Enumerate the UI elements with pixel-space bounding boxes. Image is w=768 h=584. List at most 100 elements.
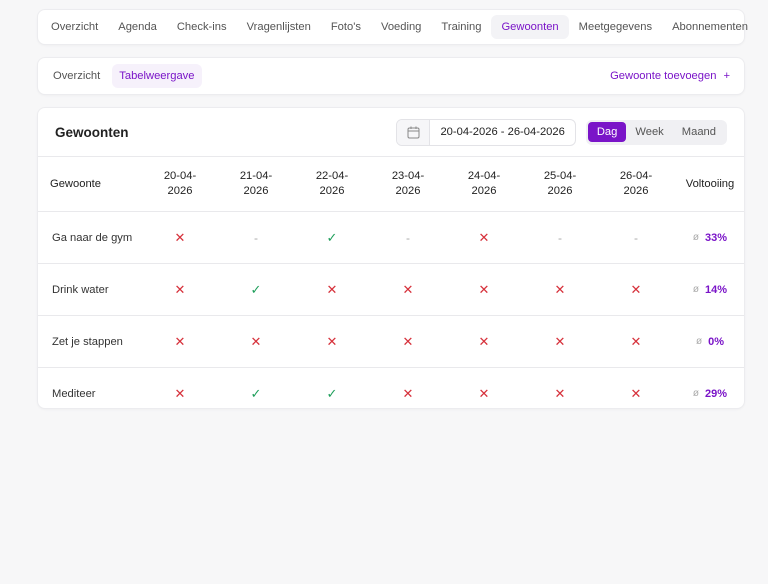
habit-name: Ga naar de gym — [38, 211, 142, 264]
completion-value: ø 33% — [693, 232, 727, 244]
habit-day-cell[interactable]: - — [370, 211, 446, 264]
habit-day-cell[interactable]: ✓ — [218, 263, 294, 316]
habit-day-cell[interactable]: ✕ — [522, 368, 598, 409]
table-row: Drink water ✕ ✓ ✕ ✕ ✕ ✕ ✕ ø 14% — [38, 263, 744, 316]
average-icon: ø — [692, 232, 700, 244]
cross-icon: ✕ — [478, 229, 490, 245]
habit-day-cell[interactable]: ✓ — [294, 368, 370, 409]
no-data-mark: - — [558, 230, 562, 245]
tab-overzicht[interactable]: Overzicht — [41, 15, 108, 39]
check-icon: ✓ — [250, 385, 262, 401]
habit-day-cell[interactable]: ✕ — [294, 263, 370, 316]
table-row: Zet je stappen ✕ ✕ ✕ ✕ ✕ ✕ ✕ ø 0% — [38, 315, 744, 368]
calendar-icon[interactable] — [397, 119, 431, 145]
habit-day-cell[interactable]: ✕ — [142, 211, 218, 264]
date-line-2: 2026 — [471, 185, 497, 197]
table-row: Mediteer ✕ ✓ ✓ ✕ ✕ ✕ ✕ ø 29% — [38, 368, 744, 409]
completion-cell: ø 29% — [674, 368, 744, 409]
habits-table: Gewoonte 20-04- 2026 21-04- 2026 22-04- 2026 2… — [38, 157, 744, 409]
habit-day-cell[interactable]: ✕ — [446, 315, 522, 368]
date-column-header: 24-04- 2026 — [446, 157, 522, 212]
tab-training[interactable]: Training — [431, 15, 491, 39]
tab-agenda[interactable]: Agenda — [108, 15, 167, 39]
date-range-text[interactable]: 20-04-2026 - 26-04-2026 — [430, 126, 574, 138]
no-data-mark: - — [634, 230, 638, 245]
cross-icon: ✕ — [554, 281, 566, 297]
habit-day-cell[interactable]: ✕ — [522, 263, 598, 316]
habit-day-cell[interactable]: - — [218, 211, 294, 264]
completion-cell: ø 0% — [674, 315, 744, 368]
completion-value: ø 0% — [696, 336, 724, 348]
view-dag-button[interactable]: Dag — [587, 122, 627, 142]
cross-icon: ✕ — [250, 333, 262, 349]
habit-day-cell[interactable]: ✕ — [446, 211, 522, 264]
cross-icon: ✕ — [630, 333, 642, 349]
tab-voeding[interactable]: Voeding — [371, 15, 431, 39]
habit-day-cell[interactable]: ✕ — [598, 315, 674, 368]
sub-nav: Overzicht Tabelweergave Gewoonte toevoege… — [37, 57, 745, 95]
completion-percent: 0% — [708, 335, 724, 348]
habit-day-cell[interactable]: ✕ — [522, 315, 598, 368]
check-icon: ✓ — [250, 281, 262, 297]
cross-icon: ✕ — [630, 385, 642, 401]
habit-day-cell[interactable]: ✕ — [370, 315, 446, 368]
habit-day-cell[interactable]: ✕ — [598, 368, 674, 409]
no-data-mark: - — [406, 230, 410, 245]
date-line-1: 24-04- — [467, 170, 501, 182]
date-column-header: 22-04- 2026 — [294, 157, 370, 212]
top-nav: Overzicht Agenda Check-ins Vragenlijsten Fot… — [37, 9, 748, 45]
subtab-tabelweergave[interactable]: Tabelweergave — [112, 64, 202, 88]
average-icon: ø — [695, 336, 703, 348]
completion-percent: 14% — [705, 283, 728, 296]
habit-day-cell[interactable]: ✕ — [446, 263, 522, 316]
view-week-button[interactable]: Week — [626, 122, 672, 142]
subtab-overzicht[interactable]: Overzicht — [46, 64, 107, 88]
habit-day-cell[interactable]: ✕ — [294, 315, 370, 368]
habit-column-header: Gewoonte — [38, 157, 142, 212]
tab-check-ins[interactable]: Check-ins — [167, 15, 237, 39]
habit-day-cell[interactable]: ✕ — [142, 315, 218, 368]
completion-cell: ø 14% — [674, 263, 744, 316]
habit-day-cell[interactable]: ✕ — [142, 368, 218, 409]
habit-name: Zet je stappen — [38, 315, 142, 368]
date-line-2: 2026 — [623, 185, 649, 197]
date-column-header: 25-04- 2026 — [522, 157, 598, 212]
habit-day-cell[interactable]: ✓ — [294, 211, 370, 264]
view-maand-button[interactable]: Maand — [673, 122, 725, 142]
habit-day-cell[interactable]: ✕ — [370, 368, 446, 409]
add-habit-button[interactable]: Gewoonte toevoegen + — [610, 70, 730, 82]
card-header: Gewoonten 20-04-2026 - 26-04-2026 Dag Wee… — [38, 108, 744, 157]
cross-icon: ✕ — [478, 385, 490, 401]
date-column-header: 20-04- 2026 — [142, 157, 218, 212]
habit-day-cell[interactable]: ✕ — [370, 263, 446, 316]
cross-icon: ✕ — [174, 229, 186, 245]
completion-value: ø 14% — [693, 284, 727, 296]
date-line-1: 25-04- — [543, 170, 577, 182]
habit-day-cell[interactable]: ✕ — [598, 263, 674, 316]
tab-vragenlijsten[interactable]: Vragenlijsten — [237, 15, 321, 39]
completion-value: ø 29% — [693, 388, 727, 400]
date-column-header: 21-04- 2026 — [218, 157, 294, 212]
habit-name: Drink water — [38, 263, 142, 316]
view-toggle: Dag Week Maand — [585, 119, 727, 145]
tab-abonnementen[interactable]: Abonnementen — [662, 15, 758, 39]
tab-meetgegevens[interactable]: Meetgegevens — [569, 15, 662, 39]
add-habit-label: Gewoonte toevoegen — [610, 70, 717, 82]
habit-day-cell[interactable]: ✕ — [446, 368, 522, 409]
table-row: Ga naar de gym ✕ - ✓ - ✕ - - ø 33% — [38, 211, 744, 264]
cross-icon: ✕ — [402, 385, 414, 401]
date-line-2: 2026 — [167, 185, 193, 197]
habit-day-cell[interactable]: ✓ — [218, 368, 294, 409]
tab-foto-s[interactable]: Foto's — [321, 15, 371, 39]
habit-day-cell[interactable]: ✕ — [142, 263, 218, 316]
habit-day-cell[interactable]: - — [522, 211, 598, 264]
date-line-1: 23-04- — [391, 170, 425, 182]
date-line-1: 26-04- — [619, 170, 653, 182]
date-range-picker[interactable]: 20-04-2026 - 26-04-2026 — [396, 118, 576, 146]
average-icon: ø — [692, 388, 700, 400]
habit-day-cell[interactable]: ✕ — [218, 315, 294, 368]
habits-card: Gewoonten 20-04-2026 - 26-04-2026 Dag Wee… — [37, 107, 745, 409]
date-line-2: 2026 — [547, 185, 573, 197]
habit-day-cell[interactable]: - — [598, 211, 674, 264]
tab-gewoonten[interactable]: Gewoonten — [491, 15, 569, 39]
